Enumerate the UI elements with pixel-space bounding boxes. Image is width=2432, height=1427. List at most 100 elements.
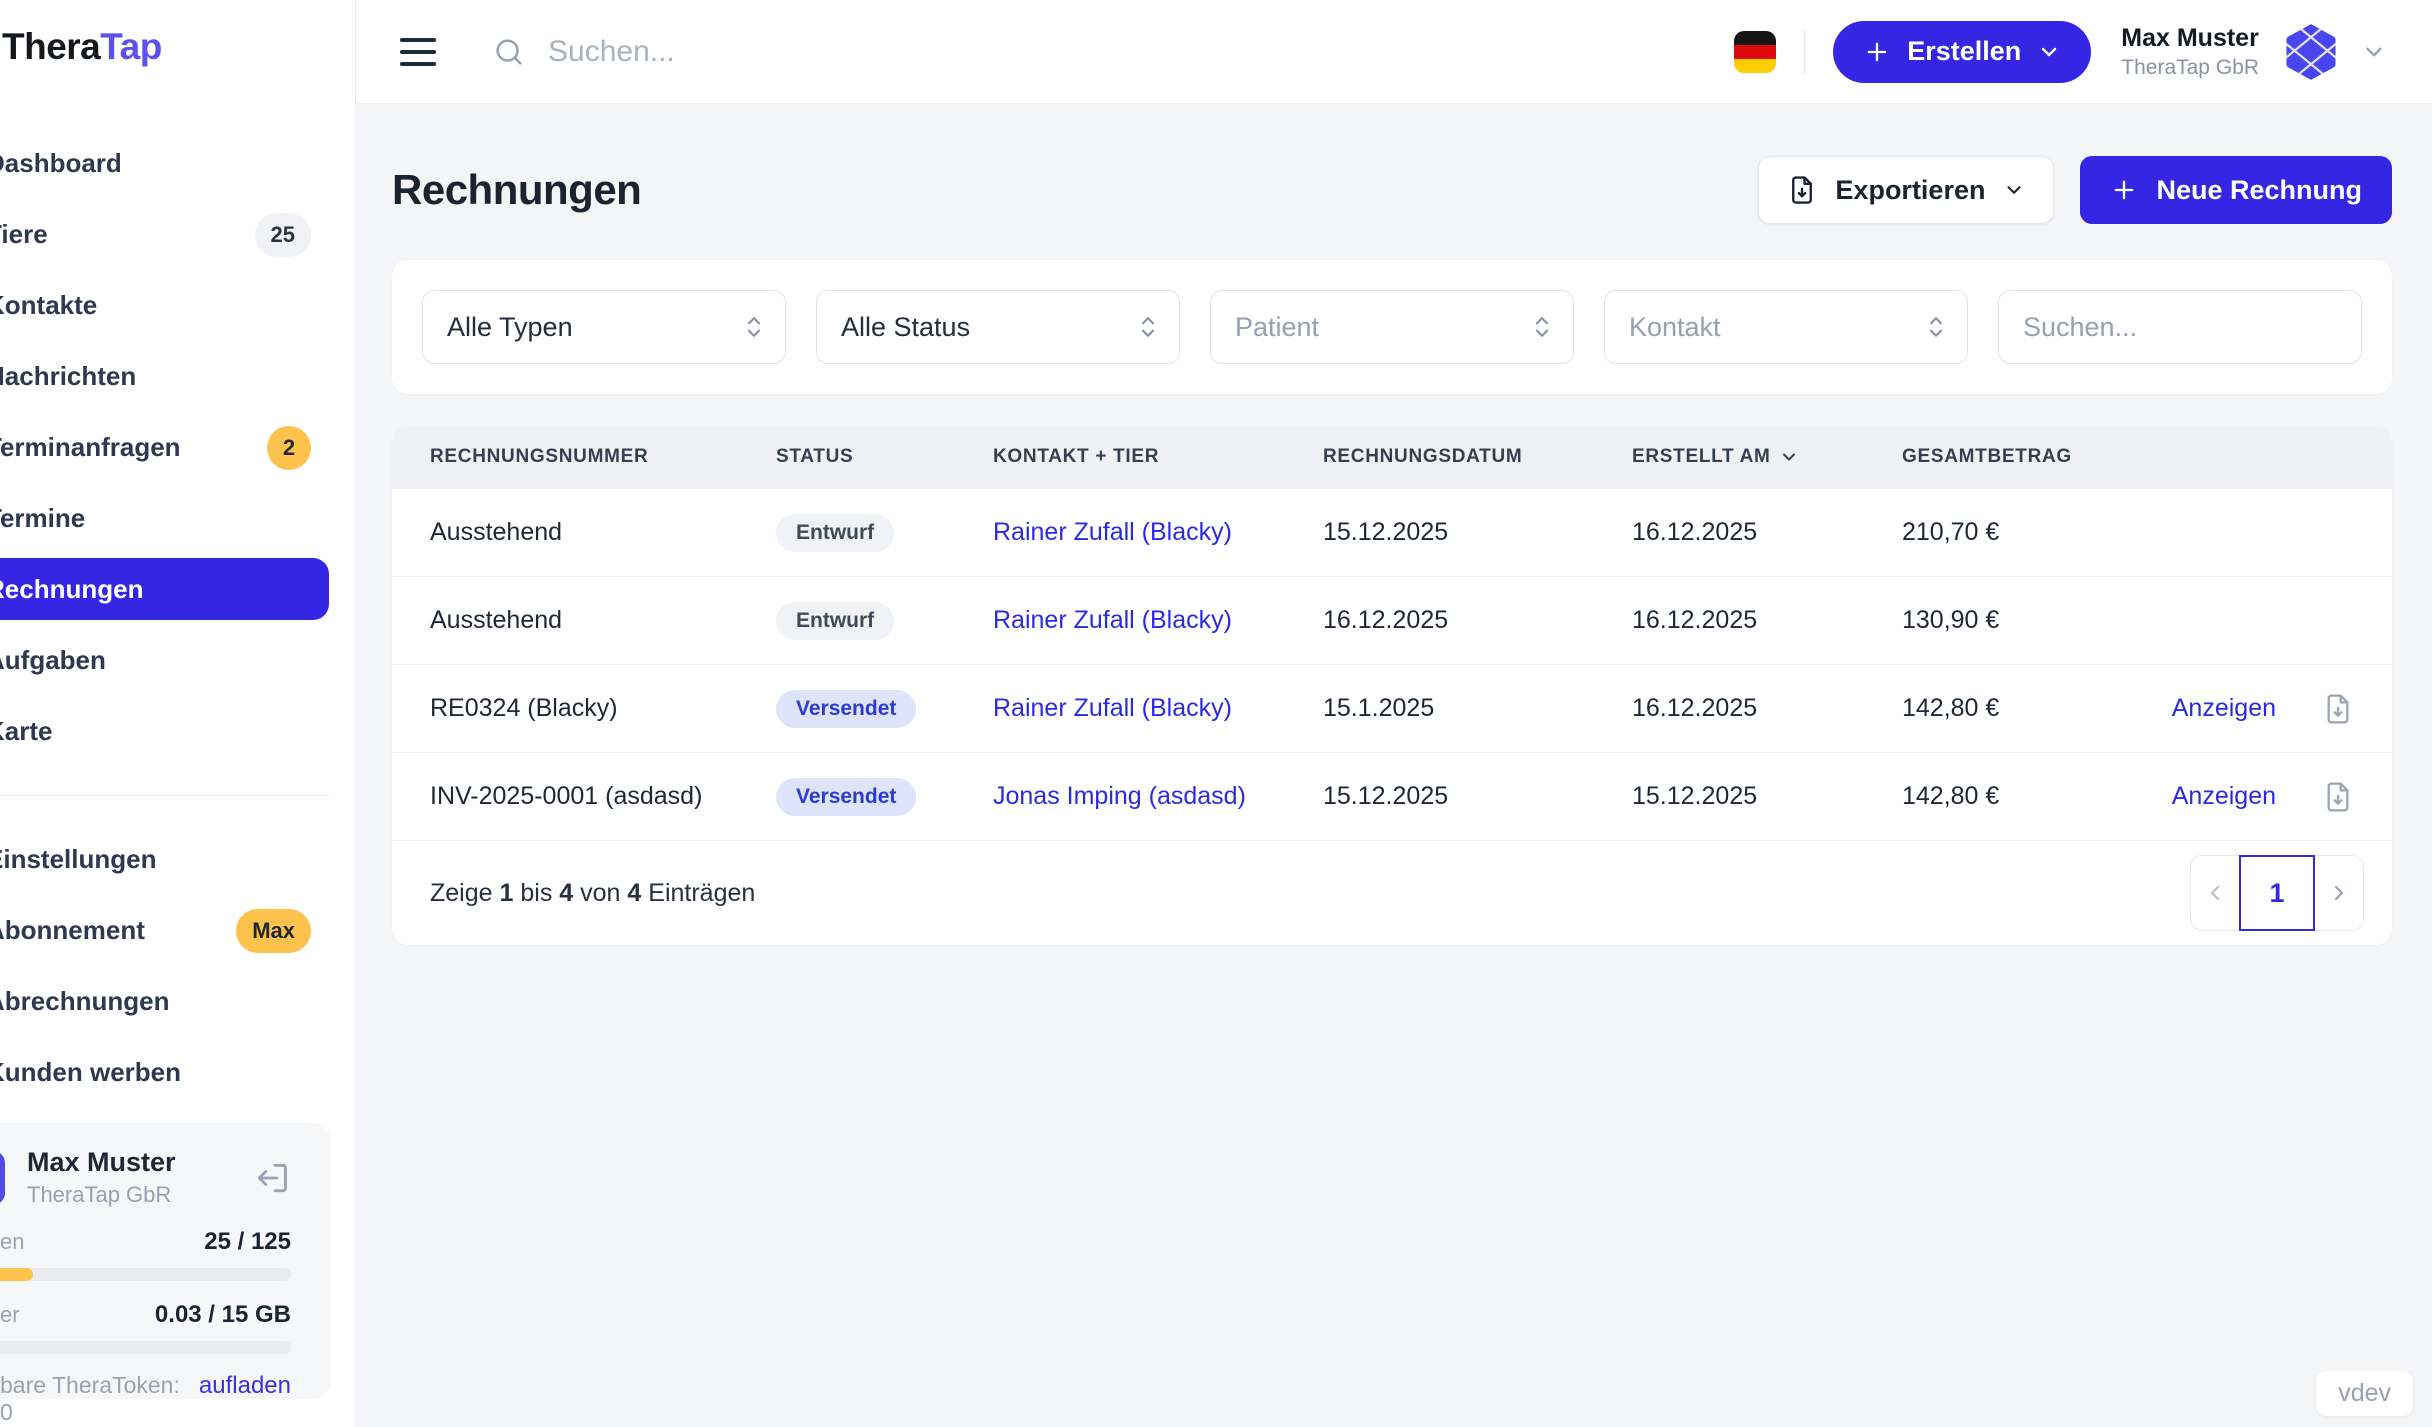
pagination: 1 [2190, 855, 2364, 931]
language-flag-german[interactable] [1734, 31, 1776, 73]
total-amount: 142,80 € [1902, 782, 2152, 811]
show-invoice-link[interactable]: Anzeigen [2172, 694, 2276, 723]
sidebar-item-abonnement[interactable]: AbonnementMax [0, 895, 329, 966]
global-search-input[interactable] [548, 35, 1108, 69]
filter-search-input[interactable] [2023, 312, 2337, 343]
invoice-date: 15.12.2025 [1323, 518, 1632, 547]
table-row[interactable]: INV-2025-0001 (asdasd) Versendet Jonas I… [392, 752, 2392, 840]
file-download-icon [1787, 175, 1817, 205]
filter-kontakt-input[interactable] [1629, 312, 1943, 343]
table-footer: Zeige 1 bis 4 von 4 Einträgen 1 [392, 840, 2392, 945]
page-title: Rechnungen [392, 166, 641, 214]
tiere-count-badge: 25 [255, 213, 311, 257]
created-date: 16.12.2025 [1632, 694, 1902, 723]
usage-2-label: er [0, 1302, 20, 1328]
table-row[interactable]: Ausstehend Entwurf Rainer Zufall (Blacky… [392, 576, 2392, 664]
invoice-number: INV-2025-0001 (asdasd) [430, 782, 776, 811]
chevron-down-icon [2003, 179, 2025, 201]
sidebar-divider [0, 795, 329, 796]
invoice-number: Ausstehend [430, 518, 776, 547]
sidebar-item-rechnungen[interactable]: Rechnungen [0, 558, 329, 620]
next-page-button[interactable] [2315, 856, 2363, 930]
sidebar-item-dashboard[interactable]: Dashboard [0, 128, 329, 199]
sidebar: TheraTap Dashboard Tiere25 Kontakte Nach… [0, 0, 356, 1427]
user-menu-chevron-icon[interactable] [2361, 39, 2387, 65]
col-erstellt-am-sort[interactable]: Erstellt am [1632, 446, 1902, 468]
filter-patient-combobox[interactable] [1210, 290, 1574, 364]
sidebar-item-terminanfragen[interactable]: Terminanfragen2 [0, 412, 329, 483]
new-invoice-button[interactable]: Neue Rechnung [2080, 156, 2392, 224]
total-amount: 142,80 € [1902, 694, 2152, 723]
sidebar-item-aufgaben[interactable]: Aufgaben [0, 625, 329, 696]
contact-link[interactable]: Rainer Zufall (Blacky) [993, 518, 1232, 546]
user-avatar [0, 1151, 5, 1205]
environment-badge: vdev [2316, 1371, 2413, 1416]
user-name: Max Muster [27, 1147, 176, 1178]
usage-2-progressbar [0, 1341, 291, 1354]
contact-link[interactable]: Rainer Zufall (Blacky) [993, 606, 1232, 634]
sidebar-item-karte[interactable]: Karte [0, 696, 329, 767]
select-updown-icon [1925, 312, 1947, 342]
select-updown-icon [1531, 312, 1553, 342]
col-gesamtbetrag: Gesamtbetrag [1902, 446, 2152, 468]
contact-link[interactable]: Jonas Imping (asdasd) [993, 782, 1246, 810]
terminanfragen-count-badge: 2 [267, 426, 311, 470]
sidebar-item-einstellungen[interactable]: Einstellungen [0, 824, 329, 895]
sidebar-item-kunden-werben[interactable]: Kunden werben [0, 1037, 329, 1108]
total-amount: 210,70 € [1902, 518, 2152, 547]
invoices-table: Rechnungsnummer Status Kontakt + Tier Re… [392, 426, 2392, 945]
status-badge: Entwurf [776, 514, 894, 552]
sidebar-item-tiere[interactable]: Tiere25 [0, 199, 329, 270]
table-row[interactable]: RE0324 (Blacky) Versendet Rainer Zufall … [392, 664, 2392, 752]
chevron-left-icon [2203, 881, 2227, 905]
entries-info: Zeige 1 bis 4 von 4 Einträgen [430, 879, 755, 908]
topbar-divider [1804, 30, 1805, 74]
main-content: Rechnungen Exportieren Neue Rechnung All… [356, 0, 2432, 945]
invoice-number: RE0324 (Blacky) [430, 694, 776, 723]
logout-icon[interactable] [253, 1159, 291, 1197]
plus-icon [1863, 38, 1891, 66]
filter-search-field[interactable] [1998, 290, 2362, 364]
theratoken-topup-link[interactable]: aufladen [199, 1372, 291, 1400]
app-logo: TheraTap [2, 26, 355, 68]
status-badge: Entwurf [776, 602, 894, 640]
table-header-row: Rechnungsnummer Status Kontakt + Tier Re… [392, 426, 2392, 488]
export-button[interactable]: Exportieren [1758, 156, 2054, 224]
org-avatar[interactable] [2283, 23, 2339, 81]
show-invoice-link[interactable]: Anzeigen [2172, 782, 2276, 811]
contact-link[interactable]: Rainer Zufall (Blacky) [993, 694, 1232, 722]
logo-text-primary: Thera [2, 26, 100, 67]
create-button[interactable]: Erstellen [1833, 21, 2091, 83]
sidebar-item-abrechnungen[interactable]: Abrechnungen [0, 966, 329, 1037]
col-rechnungsnummer: Rechnungsnummer [430, 446, 776, 468]
usage-1-value: 25 / 125 [204, 1228, 291, 1256]
download-invoice-icon[interactable] [2322, 693, 2354, 725]
created-date: 16.12.2025 [1632, 606, 1902, 635]
prev-page-button[interactable] [2191, 856, 2239, 930]
search-icon [492, 35, 526, 69]
usage-2-value: 0.03 / 15 GB [155, 1301, 291, 1329]
filter-patient-input[interactable] [1235, 312, 1549, 343]
sidebar-item-nachrichten[interactable]: Nachrichten [0, 341, 329, 412]
usage-1-progressbar [0, 1268, 291, 1281]
download-invoice-icon[interactable] [2322, 781, 2354, 813]
plus-icon [2110, 176, 2138, 204]
col-kontakt-tier: Kontakt + Tier [993, 446, 1323, 468]
sidebar-item-termine[interactable]: Termine [0, 483, 329, 554]
total-amount: 130,90 € [1902, 606, 2152, 635]
filter-status-select[interactable]: Alle Status [816, 290, 1180, 364]
menu-toggle-icon[interactable] [400, 38, 436, 66]
filter-kontakt-combobox[interactable] [1604, 290, 1968, 364]
sidebar-item-kontakte[interactable]: Kontakte [0, 270, 329, 341]
invoice-number: Ausstehend [430, 606, 776, 635]
select-updown-icon [1137, 312, 1159, 342]
chevron-right-icon [2327, 881, 2351, 905]
logo-text-accent: Tap [100, 26, 162, 67]
table-row[interactable]: Ausstehend Entwurf Rainer Zufall (Blacky… [392, 488, 2392, 576]
sort-chevron-down-icon [1779, 447, 1799, 467]
filter-type-select[interactable]: Alle Typen [422, 290, 786, 364]
page-number-button[interactable]: 1 [2239, 855, 2315, 931]
invoice-date: 15.12.2025 [1323, 782, 1632, 811]
topbar-user-org: TheraTap GbR [2121, 56, 2259, 80]
theratoken-label: bare TheraToken: 0 [0, 1372, 199, 1426]
